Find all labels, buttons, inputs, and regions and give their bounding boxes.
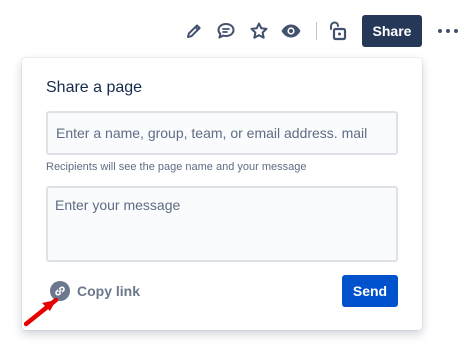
page-toolbar: Share — [0, 0, 474, 62]
red-arrow-icon — [24, 298, 58, 327]
recipients-input[interactable] — [46, 111, 398, 155]
page: Share Share a page Recipients will see t… — [0, 0, 474, 345]
toolbar-divider — [316, 22, 317, 40]
pencil-icon[interactable] — [182, 19, 206, 43]
more-icon[interactable] — [436, 22, 460, 40]
eye-icon[interactable] — [279, 19, 303, 43]
more-dot — [446, 29, 450, 33]
unlock-icon[interactable] — [325, 19, 349, 43]
star-icon[interactable] — [247, 19, 271, 43]
message-input[interactable] — [46, 186, 398, 262]
more-dot — [454, 29, 458, 33]
dialog-title: Share a page — [46, 79, 143, 96]
share-button[interactable]: Share — [362, 15, 422, 47]
recipients-hint: Recipients will see the page name and yo… — [46, 161, 307, 173]
more-dot — [438, 29, 442, 33]
share-dialog: Share a page Recipients will see the pag… — [22, 58, 422, 330]
copy-link-button[interactable]: Copy link — [50, 280, 140, 302]
copy-link-label: Copy link — [77, 283, 141, 299]
comment-icon[interactable] — [214, 19, 238, 43]
send-button[interactable]: Send — [342, 275, 398, 307]
